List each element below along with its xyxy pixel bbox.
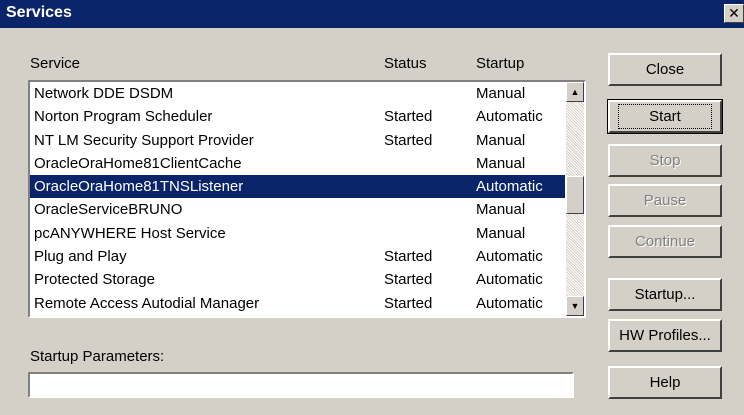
- start-button-label: Start: [618, 104, 712, 129]
- startup-button-label: Startup...: [634, 286, 696, 303]
- row-startup: Manual: [476, 201, 526, 219]
- services-list[interactable]: Network DDE DSDM Manual Norton Program Sch…: [28, 80, 586, 318]
- start-button[interactable]: Start: [607, 99, 723, 134]
- table-row[interactable]: pcANYWHERE Host Service Manual: [30, 222, 565, 245]
- title-bar: Services ✕: [0, 0, 744, 28]
- row-startup: Manual: [476, 131, 526, 149]
- close-icon[interactable]: ✕: [724, 4, 744, 23]
- scroll-thumb[interactable]: [566, 176, 584, 214]
- row-status: Started: [384, 248, 433, 266]
- close-button[interactable]: Close: [608, 53, 722, 86]
- pause-button[interactable]: Pause: [608, 184, 722, 217]
- stop-button[interactable]: Stop: [608, 144, 722, 177]
- vertical-scrollbar[interactable]: ▲ ▼: [566, 82, 584, 316]
- row-startup: Manual: [476, 85, 526, 102]
- row-startup: Automatic: [476, 178, 543, 196]
- table-row[interactable]: Plug and Play Started Automatic: [30, 245, 565, 268]
- row-service: OracleOraHome81ClientCache: [34, 154, 242, 172]
- help-button-label: Help: [649, 374, 681, 391]
- table-row[interactable]: OracleOraHome81ClientCache Manual: [30, 152, 565, 175]
- row-startup: Automatic: [476, 248, 543, 266]
- row-service: pcANYWHERE Host Service: [34, 224, 226, 242]
- row-service: OracleOraHome81TNSListener: [34, 178, 244, 196]
- close-button-label: Close: [645, 61, 685, 78]
- header-status[interactable]: Status: [384, 55, 427, 72]
- row-service: Network DDE DSDM: [34, 85, 174, 102]
- row-startup: Manual: [476, 154, 526, 172]
- row-service: Plug and Play: [34, 248, 127, 266]
- row-status: Started: [384, 294, 433, 312]
- help-button[interactable]: Help: [608, 366, 722, 399]
- row-service: NT LM Security Support Provider: [34, 131, 254, 149]
- window-title: Services: [6, 4, 72, 21]
- table-row[interactable]: OracleOraHome81TNSListener Automatic: [30, 175, 565, 199]
- table-row[interactable]: OracleServiceBRUNO Manual: [30, 198, 565, 221]
- table-row[interactable]: Network DDE DSDM Manual: [30, 82, 565, 105]
- pause-button-label: Pause: [643, 192, 687, 209]
- row-startup: Automatic: [476, 294, 543, 312]
- continue-button-label: Continue: [634, 233, 696, 250]
- row-service: Norton Program Scheduler: [34, 108, 213, 126]
- row-status: Started: [384, 108, 433, 126]
- row-startup: Automatic: [476, 108, 543, 126]
- table-row[interactable]: Remote Access Autodial Manager Started Aut…: [30, 292, 565, 315]
- row-startup: Automatic: [476, 271, 543, 289]
- startup-parameters-input[interactable]: [28, 372, 574, 398]
- header-startup[interactable]: Startup: [476, 55, 524, 72]
- startup-parameters-label: Startup Parameters:: [30, 348, 165, 365]
- row-service: OracleServiceBRUNO: [34, 201, 183, 219]
- table-row[interactable]: Norton Program Scheduler Started Automatic: [30, 105, 565, 128]
- row-status: Started: [384, 131, 433, 149]
- hw-profiles-button[interactable]: HW Profiles...: [608, 319, 722, 352]
- table-row[interactable]: NT LM Security Support Provider Started Ma…: [30, 129, 565, 152]
- services-rows: Network DDE DSDM Manual Norton Program Sch…: [30, 82, 565, 315]
- continue-button[interactable]: Continue: [608, 225, 722, 258]
- row-service: Protected Storage: [34, 271, 155, 289]
- scroll-down-icon[interactable]: ▼: [566, 296, 584, 316]
- table-row[interactable]: Protected Storage Started Automatic: [30, 268, 565, 291]
- startup-button[interactable]: Startup...: [608, 278, 722, 311]
- scroll-up-icon[interactable]: ▲: [566, 82, 584, 102]
- hw-profiles-button-label: HW Profiles...: [619, 327, 711, 344]
- header-service[interactable]: Service: [30, 55, 80, 72]
- row-startup: Manual: [476, 224, 526, 242]
- row-status: Started: [384, 271, 433, 289]
- stop-button-label: Stop: [649, 152, 681, 169]
- row-service: Remote Access Autodial Manager: [34, 294, 260, 312]
